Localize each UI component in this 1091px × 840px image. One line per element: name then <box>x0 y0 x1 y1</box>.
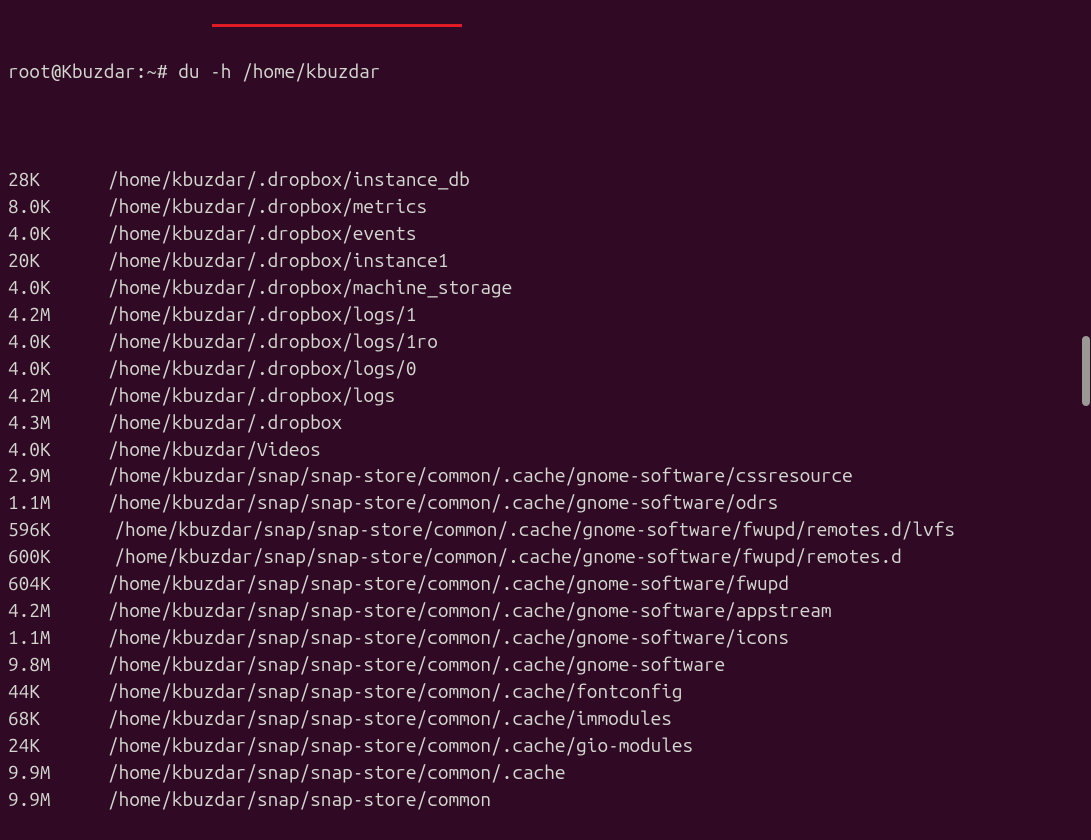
path-value: /home/kbuzdar/.dropbox/logs/0 <box>108 357 417 379</box>
path-value: /home/kbuzdar/snap/snap-store/common/.ca… <box>108 734 693 756</box>
output-row: 9.9M/home/kbuzdar/snap/snap-store/common <box>8 786 1083 813</box>
output-row: 28K/home/kbuzdar/.dropbox/instance_db <box>8 166 1083 193</box>
path-value: /home/kbuzdar/snap/snap-store/common/.ca… <box>108 707 672 729</box>
size-value: 604K <box>8 570 108 597</box>
path-value: /home/kbuzdar/snap/snap-store/common/.ca… <box>108 491 778 513</box>
output-row: 4.2M/home/kbuzdar/.dropbox/logs <box>8 382 1083 409</box>
size-value: 24K <box>8 732 108 759</box>
size-value: 28K <box>8 166 108 193</box>
prompt-line: root@Kbuzdar:~# du -h /home/kbuzdar <box>8 58 1083 85</box>
size-value: 8.0K <box>8 193 108 220</box>
size-value: 44K <box>8 678 108 705</box>
output-row: 9.8M/home/kbuzdar/snap/snap-store/common… <box>8 651 1083 678</box>
scrollbar[interactable] <box>1081 0 1091 715</box>
size-value: 4.2M <box>8 301 108 328</box>
path-value: /home/kbuzdar/.dropbox/instance1 <box>108 249 448 271</box>
output-row: 604K/home/kbuzdar/snap/snap-store/common… <box>8 570 1083 597</box>
output-row: 4.2M/home/kbuzdar/snap/snap-store/common… <box>8 597 1083 624</box>
output-row: 4.0K/home/kbuzdar/Videos <box>8 436 1083 463</box>
output-row: 1.1M/home/kbuzdar/snap/snap-store/common… <box>8 489 1083 516</box>
size-value: 4.2M <box>8 597 108 624</box>
output-row: 24K/home/kbuzdar/snap/snap-store/common/… <box>8 732 1083 759</box>
path-value: /home/kbuzdar/.dropbox/logs/1ro <box>108 330 438 352</box>
path-value: /home/kbuzdar/.dropbox/machine_storage <box>108 276 512 298</box>
size-value: 68K <box>8 705 108 732</box>
output-row: 1.1M/home/kbuzdar/snap/snap-store/common… <box>8 624 1083 651</box>
output-row: 44K/home/kbuzdar/snap/snap-store/common/… <box>8 678 1083 705</box>
path-value: /home/kbuzdar/snap/snap-store/common/.ca… <box>108 761 566 783</box>
size-value: 4.2M <box>8 382 108 409</box>
path-value: /home/kbuzdar/snap/snap-store/common/.ca… <box>108 572 789 594</box>
output-row: 4.0K/home/kbuzdar/.dropbox/machine_stora… <box>8 274 1083 301</box>
path-value: /home/kbuzdar/.dropbox/logs <box>108 384 395 406</box>
output-row: 4.0K/home/kbuzdar/.dropbox/logs/1ro <box>8 328 1083 355</box>
path-value: /home/kbuzdar/.dropbox/metrics <box>108 195 427 217</box>
output-row: 600K /home/kbuzdar/snap/snap-store/commo… <box>8 543 1083 570</box>
output-row: 4.0K/home/kbuzdar/.dropbox/logs/0 <box>8 355 1083 382</box>
output-row: 68K/home/kbuzdar/snap/snap-store/common/… <box>8 705 1083 732</box>
path-value: /home/kbuzdar/snap/snap-store/common/.ca… <box>108 464 853 486</box>
output-row: 20K/home/kbuzdar/.dropbox/instance1 <box>8 247 1083 274</box>
size-value: 4.0K <box>8 328 108 355</box>
command-text: du -h /home/kbuzdar <box>178 60 380 82</box>
size-value: 4.0K <box>8 220 108 247</box>
size-value: 4.3M <box>8 409 108 436</box>
output-row: 4.3M/home/kbuzdar/.dropbox <box>8 409 1083 436</box>
path-value: /home/kbuzdar/snap/snap-store/common/.ca… <box>108 599 832 621</box>
prompt-user: root@Kbuzdar:~# <box>8 60 168 82</box>
path-value: /home/kbuzdar/.dropbox <box>108 411 342 433</box>
size-value: 9.9M <box>8 759 108 786</box>
path-value: /home/kbuzdar/snap/snap-store/common/.ca… <box>108 626 789 648</box>
scrollbar-thumb[interactable] <box>1082 336 1090 406</box>
size-value: 9.9M <box>8 786 108 813</box>
size-value: 1.1M <box>8 624 108 651</box>
size-value: 4.0K <box>8 355 108 382</box>
size-value: 9.8M <box>8 651 108 678</box>
size-value: 4.0K <box>8 274 108 301</box>
output-row: 9.9M/home/kbuzdar/snap/snap-store/common… <box>8 759 1083 786</box>
output-row: 4.2M/home/kbuzdar/.dropbox/logs/1 <box>8 301 1083 328</box>
output-row: 2.9M/home/kbuzdar/snap/snap-store/common… <box>8 462 1083 489</box>
size-value: 20K <box>8 247 108 274</box>
path-value: /home/kbuzdar/snap/snap-store/common <box>108 788 491 810</box>
path-value: /home/kbuzdar/.dropbox/events <box>108 222 417 244</box>
size-value: 1.1M <box>8 489 108 516</box>
size-value: 2.9M <box>8 462 108 489</box>
path-value: /home/kbuzdar/snap/snap-store/common/.ca… <box>108 680 683 702</box>
path-value: /home/kbuzdar/.dropbox/instance_db <box>108 168 470 190</box>
output-row: 4.0K/home/kbuzdar/.dropbox/events <box>8 220 1083 247</box>
output-row: 596K /home/kbuzdar/snap/snap-store/commo… <box>8 516 1083 543</box>
size-value: 4.0K <box>8 436 108 463</box>
output-row: 8.0K/home/kbuzdar/.dropbox/metrics <box>8 193 1083 220</box>
output-container: 28K/home/kbuzdar/.dropbox/instance_db8.0… <box>8 166 1083 813</box>
path-value: /home/kbuzdar/.dropbox/logs/1 <box>108 303 417 325</box>
path-value: /home/kbuzdar/Videos <box>108 438 321 460</box>
path-value: /home/kbuzdar/snap/snap-store/common/.ca… <box>108 653 725 675</box>
command-underline <box>212 24 462 27</box>
